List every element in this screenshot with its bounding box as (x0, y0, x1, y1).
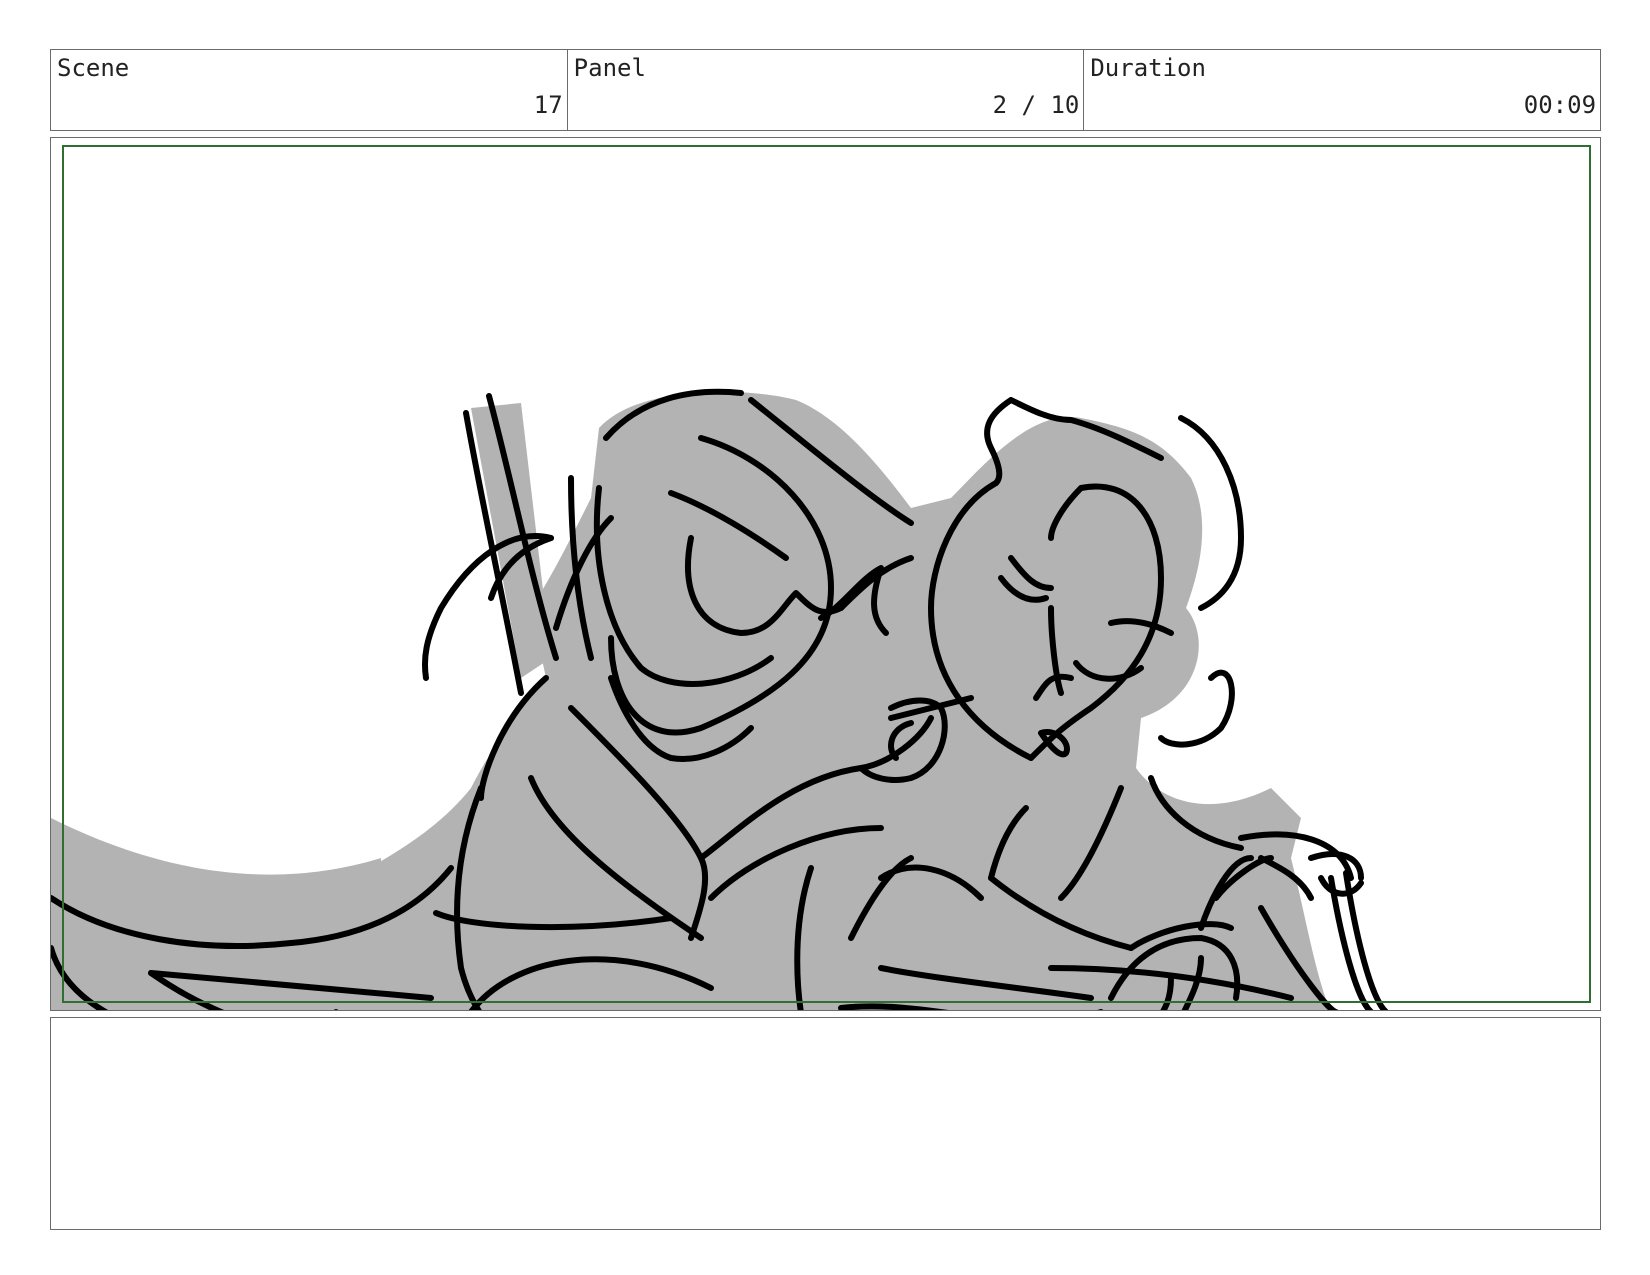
notes-box[interactable] (50, 1017, 1601, 1230)
panel-number: 2 / 10 (992, 91, 1080, 119)
gray-fill-shapes (51, 391, 1331, 1010)
duration-value: 00:09 (1523, 91, 1597, 119)
duration-cell: Duration 00:09 (1084, 50, 1600, 130)
panel-header: Scene 17 Panel 2 / 10 Duration 00:09 (50, 49, 1601, 131)
scene-cell: Scene 17 (51, 50, 568, 130)
scene-label: Scene (57, 54, 130, 82)
panel-label: Panel (573, 54, 646, 82)
panel-cell: Panel 2 / 10 (568, 50, 1085, 130)
scene-number: 17 (533, 91, 563, 119)
duration-label: Duration (1090, 54, 1206, 82)
storyboard-sketch (51, 388, 1389, 1010)
storyboard-frame (50, 137, 1601, 1011)
